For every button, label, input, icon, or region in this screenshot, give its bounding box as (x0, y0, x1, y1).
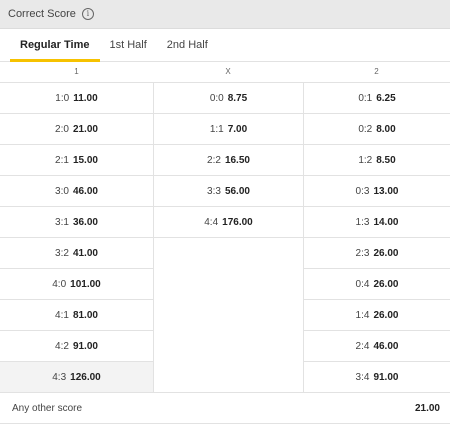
odds-grid: 1:0 11.00 2:0 21.00 2:1 15.00 3:0 46.00 3:1 36.00… (0, 83, 450, 393)
column-headers: 1 X 2 (0, 62, 450, 83)
any-other-score-row[interactable]: Any other score 21.00 (0, 393, 450, 424)
odds-value: 101.00 (70, 278, 101, 290)
odds-cell[interactable]: 0:3 13.00 (304, 176, 450, 207)
odds-value: 8.50 (376, 154, 396, 166)
score-label: 4:0 (52, 278, 67, 290)
odds-cell[interactable]: 2:0 21.00 (0, 114, 153, 145)
odds-cell[interactable]: 4:2 91.00 (0, 331, 153, 362)
score-label: 1:4 (355, 309, 370, 321)
score-label: 0:2 (358, 123, 373, 135)
odds-value: 11.00 (73, 92, 98, 104)
score-label: 1:1 (209, 123, 224, 135)
odds-cell[interactable]: 3:3 56.00 (154, 176, 303, 207)
odds-cell[interactable]: 4:0 101.00 (0, 269, 153, 300)
odds-value: 46.00 (72, 185, 98, 197)
score-label: 2:3 (355, 247, 370, 259)
odds-cell[interactable]: 1:1 7.00 (154, 114, 303, 145)
score-label: 1:2 (358, 154, 373, 166)
odds-cell[interactable]: 0:2 8.00 (304, 114, 450, 145)
odds-cell[interactable]: 3:1 36.00 (0, 207, 153, 238)
score-label: 3:0 (55, 185, 69, 197)
period-tabs: Regular Time 1st Half 2nd Half (0, 29, 450, 62)
column-header-home: 1 (74, 67, 79, 76)
score-label: 1:3 (355, 216, 370, 228)
odds-cell[interactable]: 4:3 126.00 (0, 362, 153, 393)
odds-value: 46.00 (373, 340, 399, 352)
odds-cell[interactable]: 1:2 8.50 (304, 145, 450, 176)
score-label: 4:2 (55, 340, 69, 352)
score-label: 0:0 (209, 92, 224, 104)
info-icon[interactable]: i (81, 8, 94, 20)
odds-value: 126.00 (70, 371, 101, 383)
market-title: Correct Score (8, 8, 76, 20)
odds-value: 81.00 (72, 309, 98, 321)
score-label: 0:4 (355, 278, 370, 290)
column-header-away: 2 (374, 67, 379, 76)
odds-value: 16.50 (224, 154, 250, 166)
score-label: 0:1 (358, 92, 373, 104)
score-label: 4:1 (55, 309, 69, 321)
market-header: Correct Score i (0, 0, 450, 29)
odds-cell[interactable]: 4:4 176.00 (154, 207, 303, 238)
odds-cell[interactable]: 2:1 15.00 (0, 145, 153, 176)
score-label: 2:0 (55, 123, 69, 135)
score-label: 3:2 (55, 247, 69, 259)
odds-cell[interactable]: 4:1 81.00 (0, 300, 153, 331)
draw-column: 0:0 8.75 1:1 7.00 2:2 16.50 3:3 56.00 4:4 176.00 (153, 83, 303, 393)
score-label: 3:4 (355, 371, 370, 383)
odds-cell[interactable]: 2:4 46.00 (304, 331, 450, 362)
score-label: 2:2 (207, 154, 221, 166)
score-label: 3:1 (55, 216, 69, 228)
column-header-draw: X (225, 67, 231, 76)
odds-cell[interactable]: 1:4 26.00 (304, 300, 450, 331)
odds-value: 15.00 (72, 154, 98, 166)
odds-cell[interactable]: 0:4 26.00 (304, 269, 450, 300)
odds-value: 56.00 (224, 185, 250, 197)
tab-regular-time[interactable]: Regular Time (10, 29, 100, 62)
odds-cell[interactable]: 1:3 14.00 (304, 207, 450, 238)
odds-value: 26.00 (373, 309, 399, 321)
home-column: 1:0 11.00 2:0 21.00 2:1 15.00 3:0 46.00 3:1 36.00… (0, 83, 153, 393)
odds-value: 21.00 (72, 123, 98, 135)
odds-value: 36.00 (72, 216, 98, 228)
empty-cell (154, 238, 303, 393)
odds-cell[interactable]: 2:2 16.50 (154, 145, 303, 176)
odds-cell[interactable]: 3:0 46.00 (0, 176, 153, 207)
score-label: 2:4 (355, 340, 370, 352)
odds-value: 26.00 (373, 278, 399, 290)
tab-2nd-half[interactable]: 2nd Half (157, 29, 218, 61)
odds-value: 6.25 (376, 92, 396, 104)
odds-cell[interactable]: 3:2 41.00 (0, 238, 153, 269)
odds-cell[interactable]: 2:3 26.00 (304, 238, 450, 269)
odds-cell[interactable]: 0:0 8.75 (154, 83, 303, 114)
score-label: 0:3 (355, 185, 370, 197)
score-label: 4:4 (204, 216, 219, 228)
odds-value: 8.00 (376, 123, 396, 135)
score-label: 3:3 (207, 185, 221, 197)
odds-cell[interactable]: 1:0 11.00 (0, 83, 153, 114)
odds-cell[interactable]: 3:4 91.00 (304, 362, 450, 393)
odds-cell[interactable]: 0:1 6.25 (304, 83, 450, 114)
score-label: 1:0 (55, 92, 70, 104)
odds-value: 26.00 (373, 247, 399, 259)
any-other-score-odds: 21.00 (414, 402, 440, 414)
score-label: 2:1 (55, 154, 69, 166)
odds-value: 91.00 (72, 340, 98, 352)
odds-value: 7.00 (227, 123, 248, 135)
tab-1st-half[interactable]: 1st Half (100, 29, 157, 61)
score-label: 4:3 (52, 371, 67, 383)
odds-value: 13.00 (373, 185, 399, 197)
odds-value: 41.00 (72, 247, 98, 259)
away-column: 0:1 6.25 0:2 8.00 1:2 8.50 0:3 13.00 1:3 14.00 2:3… (303, 83, 450, 393)
odds-value: 91.00 (373, 371, 399, 383)
odds-value: 176.00 (222, 216, 253, 228)
odds-value: 8.75 (227, 92, 248, 104)
odds-value: 14.00 (373, 216, 399, 228)
any-other-score-label: Any other score (12, 402, 83, 414)
